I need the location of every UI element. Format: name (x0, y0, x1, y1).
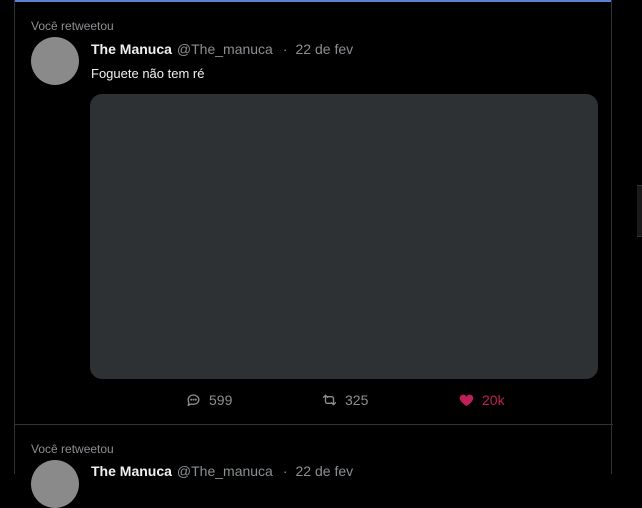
tweet-header: The Manuca @The_manuca · 22 de fev (91, 41, 353, 57)
like-button[interactable]: 20k (458, 392, 505, 408)
retweet-context-label: Você retweetou (31, 19, 114, 33)
author-handle[interactable]: @The_manuca (177, 463, 273, 479)
reply-count: 599 (209, 392, 233, 408)
avatar[interactable] (31, 460, 79, 508)
speech-bubble-icon (185, 392, 202, 408)
timeline: Você retweetou The Manuca @The_manuca · … (14, 0, 613, 508)
retweet-count: 325 (345, 392, 369, 408)
author-handle[interactable]: @The_manuca (177, 41, 273, 57)
media-placeholder[interactable] (90, 94, 598, 379)
tweet-header: The Manuca @The_manuca · 22 de fev (91, 463, 353, 479)
tweet-text: Foguete não tem ré (91, 66, 205, 81)
tweet[interactable]: Você retweetou The Manuca @The_manuca · … (15, 0, 613, 424)
tweet-date[interactable]: 22 de fev (296, 463, 354, 479)
tweet-date[interactable]: 22 de fev (296, 41, 354, 57)
separator-dot: · (282, 463, 288, 479)
scrollbar-edge[interactable] (637, 185, 642, 237)
tweet[interactable]: Você retweetou The Manuca @The_manuca · … (15, 424, 613, 508)
like-count: 20k (482, 392, 505, 408)
heart-filled-icon (458, 392, 475, 408)
reply-button[interactable]: 599 (185, 392, 232, 408)
avatar[interactable] (31, 37, 79, 85)
author-name[interactable]: The Manuca (91, 463, 172, 479)
author-name[interactable]: The Manuca (91, 41, 172, 57)
retweet-context-label: Você retweetou (31, 442, 114, 456)
retweet-arrows-icon (321, 392, 338, 408)
separator-dot: · (282, 41, 288, 57)
retweet-button[interactable]: 325 (321, 392, 368, 408)
